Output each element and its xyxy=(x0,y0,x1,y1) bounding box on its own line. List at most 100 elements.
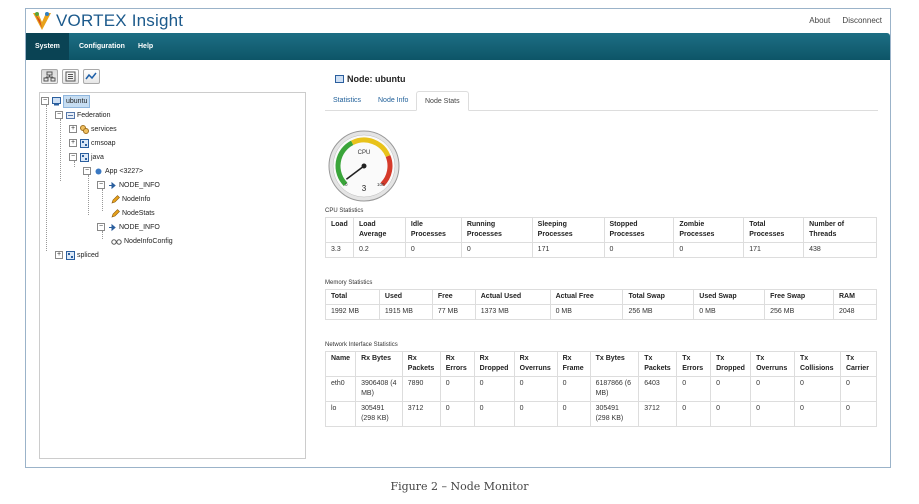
table-row: 3.3 0.2 0 0 171 0 0 171 438 xyxy=(325,242,877,258)
collapse-toggle[interactable]: − xyxy=(55,111,63,119)
network-stats-table: Name Rx Bytes Rx Packets Rx Errors Rx Droppe… xyxy=(324,351,878,427)
services-icon xyxy=(80,125,89,134)
disconnect-link[interactable]: Disconnect xyxy=(842,16,882,25)
table-cell: 1915 MB xyxy=(378,304,433,320)
table-cell: 2048 xyxy=(833,304,877,320)
collapse-toggle[interactable]: − xyxy=(97,223,105,231)
tab-node-info[interactable]: Node Info xyxy=(370,91,416,111)
collapse-toggle[interactable]: − xyxy=(97,181,105,189)
column-header: Rx Packets xyxy=(401,351,441,377)
table-cell: 1373 MB xyxy=(474,304,551,320)
table-header-row: Name Rx Bytes Rx Packets Rx Errors Rx Droppe… xyxy=(324,351,878,377)
tree-view-button[interactable] xyxy=(41,69,58,84)
page-title-text: Node: ubuntu xyxy=(347,74,406,84)
tree-node-label: java xyxy=(91,154,104,161)
expand-toggle[interactable]: + xyxy=(69,139,77,147)
table-cell: 0 xyxy=(404,242,462,258)
column-header: Load xyxy=(325,217,354,243)
table-cell: 0 xyxy=(439,401,475,427)
table-cell: 0 xyxy=(439,376,475,402)
table-cell: 0 xyxy=(473,401,515,427)
table-cell: 0 xyxy=(556,401,591,427)
tree-view-icon xyxy=(43,71,56,82)
node-tree-panel: − ubuntu − Federation + services + cmsoa… xyxy=(39,92,306,459)
process-icon xyxy=(80,139,89,148)
tree-node-label: NodeInfo xyxy=(122,196,151,203)
gauge-value: 3 xyxy=(362,184,367,193)
pencil-icon xyxy=(111,209,120,218)
app-icon xyxy=(95,168,102,175)
nav-help[interactable]: Help xyxy=(129,33,162,60)
table-cell: 0 MB xyxy=(693,304,766,320)
column-header: Tx Collisions xyxy=(794,351,841,377)
table-cell: 6403 xyxy=(638,376,678,402)
column-header: Tx Errors xyxy=(676,351,712,377)
column-header: RAM xyxy=(833,289,877,305)
table-cell: 0 xyxy=(603,242,675,258)
table-cell: 0 xyxy=(839,376,878,402)
tree-node-label: services xyxy=(91,126,117,133)
nav-system[interactable]: System xyxy=(26,33,69,60)
collapse-toggle[interactable]: − xyxy=(41,97,49,105)
process-icon xyxy=(66,251,75,260)
column-header: Actual Free xyxy=(549,289,624,305)
expand-toggle[interactable]: + xyxy=(55,251,63,259)
table-cell: 0 xyxy=(710,376,752,402)
column-header: Name xyxy=(324,351,357,377)
computer-icon xyxy=(52,97,61,106)
column-header: Total xyxy=(325,289,380,305)
table-cell: 0 xyxy=(513,401,558,427)
nav-configuration[interactable]: Configuration xyxy=(70,33,134,60)
app-window: VORTEX Insight About Disconnect System C… xyxy=(25,8,891,468)
table-cell: 0 xyxy=(676,401,712,427)
table-cell: 305491 (298 KB) xyxy=(355,401,403,427)
tree-node-label: NODE_INFO xyxy=(119,182,160,189)
tab-node-stats[interactable]: Node Stats xyxy=(416,91,469,111)
column-header: Total Swap xyxy=(622,289,695,305)
tree-node-label: Federation xyxy=(77,112,111,119)
table-cell: eth0 xyxy=(324,376,357,402)
collapse-toggle[interactable]: − xyxy=(69,153,77,161)
federation-icon xyxy=(66,112,75,119)
brand-title: VORTEX Insight xyxy=(56,11,184,30)
chart-view-button[interactable] xyxy=(83,69,100,84)
topic-icon xyxy=(109,223,116,232)
column-header: Used Swap xyxy=(693,289,766,305)
table-cell: 0 xyxy=(750,376,796,402)
page-title: Node: ubuntu xyxy=(335,74,405,84)
table-cell: 256 MB xyxy=(764,304,834,320)
column-header: Stopped Processes xyxy=(603,217,675,243)
column-header: Tx Carrier xyxy=(839,351,878,377)
table-cell: 171 xyxy=(531,242,605,258)
table-cell: 0 xyxy=(794,376,841,402)
list-view-button[interactable] xyxy=(62,69,79,84)
table-cell: 0 xyxy=(556,376,591,402)
glasses-icon xyxy=(111,239,122,245)
tab-statistics[interactable]: Statistics xyxy=(325,91,369,111)
table-cell: 256 MB xyxy=(622,304,695,320)
table-row: 1992 MB 1915 MB 77 MB 1373 MB 0 MB 256 MB 0 MB… xyxy=(325,304,877,320)
tree-node-label: spliced xyxy=(77,252,99,259)
column-header: Number of Threads xyxy=(803,217,877,243)
gauge-label: CPU xyxy=(358,150,371,156)
column-header: Zombie Processes xyxy=(673,217,745,243)
table-cell: 0 xyxy=(750,401,796,427)
table-cell: 0 xyxy=(673,242,745,258)
expand-toggle[interactable]: + xyxy=(69,125,77,133)
gauge-max-label: 100 xyxy=(377,182,385,187)
column-header: Rx Overruns xyxy=(513,351,558,377)
process-icon xyxy=(80,153,89,162)
table-cell: 3712 xyxy=(401,401,441,427)
tree-node-label: ubuntu xyxy=(63,95,91,108)
column-header: Load Average xyxy=(352,217,406,243)
topic-icon xyxy=(109,181,116,190)
table-cell: 0 xyxy=(676,376,712,402)
tree-node-label: NodeInfoConfig xyxy=(124,238,173,245)
table-cell: 0.2 xyxy=(352,242,406,258)
table-cell: 0 xyxy=(460,242,533,258)
table-header-row: Total Used Free Actual Used Actual Free Total… xyxy=(325,289,877,305)
collapse-toggle[interactable]: − xyxy=(83,167,91,175)
column-header: Sleeping Processes xyxy=(531,217,605,243)
table-cell: 0 xyxy=(473,376,515,402)
about-link[interactable]: About xyxy=(809,16,830,25)
